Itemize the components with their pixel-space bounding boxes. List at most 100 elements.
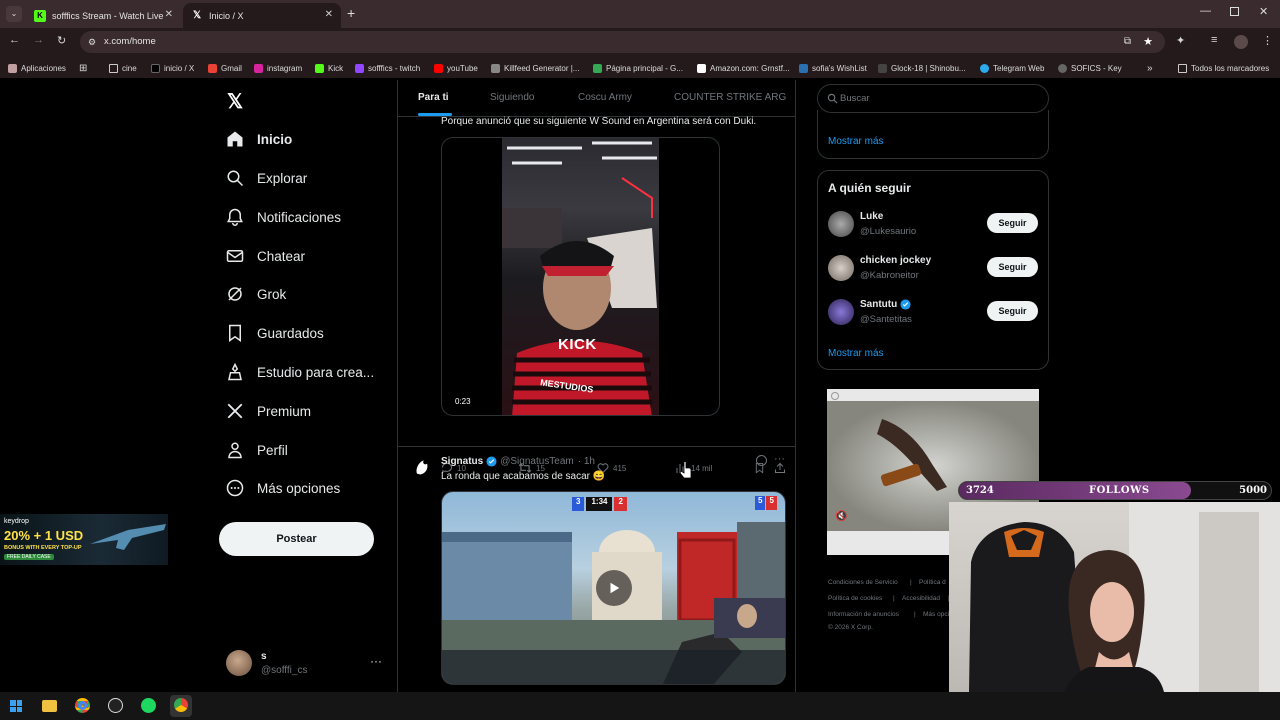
close-tab-icon[interactable]: ✕ <box>325 9 333 20</box>
post[interactable]: Signatus @SignatusTeam · 1h ··· La ronda… <box>398 447 795 692</box>
tab-para-ti[interactable]: Para ti <box>418 92 449 103</box>
bookmarks-bar: Aplicaciones ⊞ cine inicio / X Gmail ins… <box>0 57 1280 79</box>
follow-suggestion[interactable]: Luke @Lukesaurio Seguir <box>828 211 1038 243</box>
bookmark-glock[interactable]: Glock-18 | Shinobu... <box>878 61 966 75</box>
tab-coscu-army[interactable]: Coscu Army <box>578 92 632 103</box>
bookmark-cine[interactable]: cine <box>109 61 137 75</box>
minimize-icon[interactable]: — <box>1200 5 1211 17</box>
post-video[interactable]: 3 1:34 2 5 5 <box>441 491 786 685</box>
post-button[interactable]: Postear <box>219 522 374 556</box>
grok-icon[interactable] <box>756 455 767 466</box>
bookmark-telegram[interactable]: Telegram Web <box>980 61 1044 75</box>
footer-link[interactable]: Información de anuncios <box>828 611 899 618</box>
new-tab-button[interactable]: + <box>347 5 355 21</box>
suggestion-name: Santutu <box>860 299 911 310</box>
account-switcher[interactable]: s @sofffi_cs ··· <box>226 648 384 680</box>
bookmark-amazon[interactable]: Amazon.com: Grnstf... <box>697 61 790 75</box>
tab-counter-strike-arg[interactable]: COUNTER STRIKE ARG <box>674 92 786 103</box>
tab-kick[interactable]: K sofffics Stream - Watch Live on ✕ <box>26 3 181 28</box>
bookmark-apps[interactable]: Aplicaciones <box>8 61 66 75</box>
bookmark-pagina[interactable]: Página principal - G... <box>593 61 683 75</box>
close-tab-icon[interactable]: ✕ <box>165 9 173 20</box>
footer-link[interactable]: Más opci <box>923 611 949 618</box>
install-icon[interactable]: ⧉ <box>1124 31 1131 53</box>
bookmark-killfeed[interactable]: Killfeed Generator |... <box>491 61 579 75</box>
post-author[interactable]: Signatus @SignatusTeam · 1h <box>441 456 595 467</box>
reload-icon[interactable]: ↻ <box>57 34 66 47</box>
info-icon[interactable] <box>831 392 839 400</box>
tab-search-icon[interactable]: ≡ <box>1211 34 1217 46</box>
url-text: x.com/home <box>104 36 156 47</box>
bookmark-inicio-x[interactable]: inicio / X <box>151 61 194 75</box>
sidebar-item-inicio[interactable]: Inicio <box>226 125 292 153</box>
post[interactable]: Porque anunció que su siguiente W Sound … <box>398 116 795 474</box>
more-horizontal-icon[interactable]: ··· <box>774 453 785 465</box>
back-icon[interactable]: ← <box>9 34 20 46</box>
profile-avatar[interactable] <box>1234 35 1248 49</box>
sidebar-item-explorar[interactable]: Explorar <box>226 164 307 192</box>
suggestion-name: Luke <box>860 211 884 222</box>
bookmark-gmail[interactable]: Gmail <box>208 61 242 75</box>
sidebar-item-premium[interactable]: Premium <box>226 397 311 425</box>
file-explorer-icon[interactable] <box>42 700 57 712</box>
follow-button[interactable]: Seguir <box>987 257 1038 277</box>
chrome-icon[interactable] <box>75 698 90 713</box>
sidebar-item-estudio[interactable]: Estudio para crea... <box>226 358 374 386</box>
x-logo[interactable]: 𝕏 <box>227 89 243 114</box>
keydrop-badge: FREE DAILY CASE <box>4 554 54 560</box>
sidebar-item-chatear[interactable]: Chatear <box>226 242 305 270</box>
tab-x[interactable]: 𝕏 Inicio / X ✕ <box>183 3 341 28</box>
menu-icon[interactable]: ⋮ <box>1262 34 1273 47</box>
footer-link[interactable]: Política d <box>919 579 946 586</box>
tab-siguiendo[interactable]: Siguiendo <box>490 92 534 103</box>
follow-button[interactable]: Seguir <box>987 213 1038 233</box>
sidebar-item-mas-opciones[interactable]: Más opciones <box>226 474 340 502</box>
follow-suggestion[interactable]: chicken jockey @Kabroneitor Seguir <box>828 255 1038 287</box>
bookmark-sofics-key[interactable]: SOFICS - Key <box>1058 61 1122 75</box>
footer-link[interactable]: Política de cookies <box>828 595 882 602</box>
follow-suggestion[interactable]: Santutu @Santetitas Seguir <box>828 299 1038 331</box>
star-icon[interactable]: ★ <box>1143 31 1153 53</box>
play-button[interactable] <box>596 570 632 606</box>
person-icon <box>228 442 242 459</box>
youtube-icon <box>434 63 443 73</box>
forward-icon[interactable]: → <box>33 34 44 46</box>
bookmark-all[interactable]: Todos los marcadores <box>1178 61 1269 75</box>
folder-icon <box>1178 63 1187 73</box>
url-bar[interactable]: ⚙ x.com/home ⧉ ★ <box>80 31 1165 53</box>
obs-icon[interactable] <box>108 698 123 713</box>
show-more-link[interactable]: Mostrar más <box>828 136 884 147</box>
extensions-icon[interactable]: ✦ <box>1176 34 1185 47</box>
site-info-icon[interactable]: ⚙ <box>88 31 96 53</box>
mute-icon[interactable]: 🔇 <box>835 511 847 522</box>
sidebar-item-perfil[interactable]: Perfil <box>226 436 288 464</box>
spotify-icon[interactable] <box>141 698 156 713</box>
sidebar-item-grok[interactable]: Grok <box>226 280 286 308</box>
close-window-icon[interactable]: ✕ <box>1259 5 1268 18</box>
hud-score: 5 5 <box>755 496 777 510</box>
footer-separator: | <box>893 595 895 602</box>
footer-link[interactable]: Condiciones de Servicio <box>828 579 898 586</box>
rifle-icon <box>90 524 166 550</box>
search-input[interactable]: Buscar <box>817 84 1049 113</box>
bookmark-twitch[interactable]: sofffics - twitch <box>355 61 420 75</box>
show-more-link[interactable]: Mostrar más <box>828 348 884 359</box>
bookmark-wishlist[interactable]: sofia's WishList <box>799 61 867 75</box>
sidebar-item-guardados[interactable]: Guardados <box>226 319 324 347</box>
follow-button[interactable]: Seguir <box>987 301 1038 321</box>
bookmark-youtube[interactable]: youTube <box>434 61 478 75</box>
more-bookmarks-icon[interactable]: » <box>1147 61 1153 75</box>
sidebar-item-notificaciones[interactable]: Notificaciones <box>226 203 341 231</box>
bookmark-kick[interactable]: Kick <box>315 61 343 75</box>
chrome-active-icon[interactable] <box>170 695 192 717</box>
tab-search-button[interactable]: ⌄ <box>6 6 22 22</box>
restore-icon[interactable] <box>1230 7 1239 16</box>
footer-link[interactable]: Accesibilidad <box>902 595 940 602</box>
windows-start-icon[interactable] <box>10 700 22 712</box>
post-video[interactable]: KICK MESTUDIOS 0:23 <box>441 137 720 416</box>
grid-icon[interactable]: ⊞ <box>79 61 87 75</box>
bookmark-instagram[interactable]: instagram <box>254 61 302 75</box>
play-icon <box>610 582 620 594</box>
verified-icon <box>486 456 497 467</box>
browser-tab-bar: ⌄ K sofffics Stream - Watch Live on ✕ 𝕏 … <box>0 0 1280 28</box>
